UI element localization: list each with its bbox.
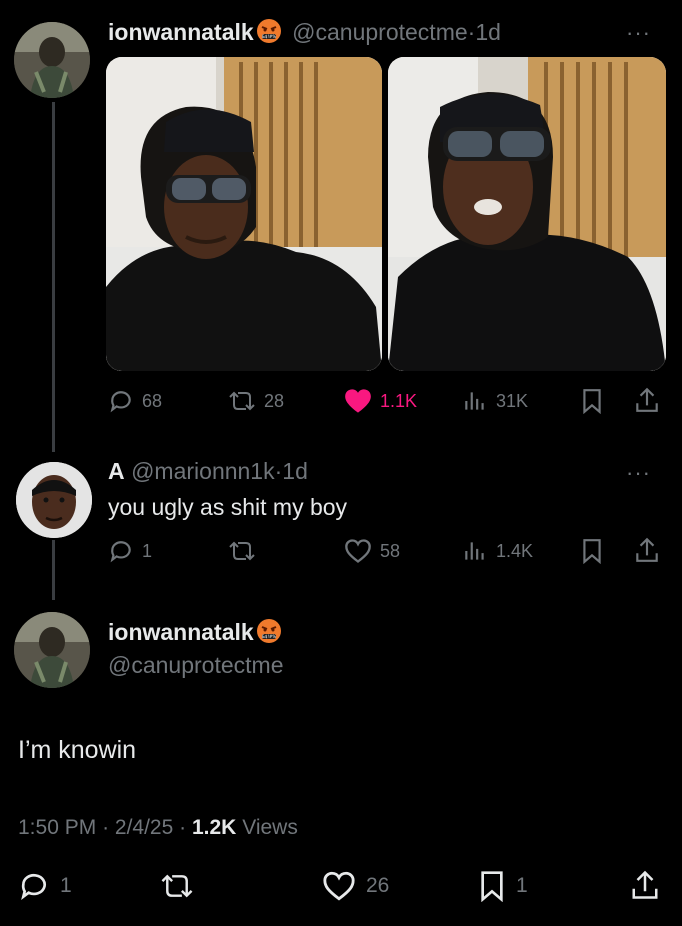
media-photo-1[interactable] bbox=[106, 57, 382, 371]
views-button[interactable]: 31K bbox=[462, 388, 528, 414]
timestamp[interactable]: 1d bbox=[282, 458, 308, 484]
avatar[interactable] bbox=[16, 462, 92, 538]
retweet-icon bbox=[229, 391, 255, 411]
more-icon[interactable]: ··· bbox=[626, 20, 651, 46]
bookmark-button[interactable] bbox=[580, 538, 604, 569]
reply-button[interactable]: 1 bbox=[18, 870, 72, 902]
share-button[interactable] bbox=[634, 386, 660, 419]
share-icon bbox=[632, 870, 658, 899]
heart-icon bbox=[323, 871, 355, 901]
tweet-text: I’m knowin bbox=[18, 736, 137, 764]
display-name[interactable]: A bbox=[108, 458, 125, 484]
retweet-icon bbox=[229, 541, 255, 561]
views-count: 1.2K bbox=[191, 816, 237, 839]
share-button[interactable] bbox=[634, 536, 660, 569]
avatar[interactable] bbox=[14, 22, 90, 98]
reply-button[interactable]: 68 bbox=[108, 388, 162, 414]
display-name[interactable]: ionwannatalk bbox=[108, 19, 254, 45]
thread-line bbox=[52, 102, 55, 452]
share-icon bbox=[636, 537, 658, 562]
svg-text:&$!#%: &$!#% bbox=[261, 34, 276, 39]
like-button[interactable]: 26 bbox=[322, 870, 389, 902]
timestamp[interactable]: 1d bbox=[475, 19, 501, 45]
reply-count: 68 bbox=[142, 390, 163, 411]
bookmark-icon bbox=[583, 389, 601, 415]
separator: · bbox=[102, 816, 110, 839]
tweet-time[interactable]: 1:50 PM bbox=[18, 816, 96, 839]
bookmark-button[interactable] bbox=[580, 388, 604, 419]
handle[interactable]: @canuprotectme bbox=[108, 652, 284, 679]
views-icon bbox=[465, 392, 484, 410]
thread-line bbox=[52, 540, 55, 600]
reply-icon bbox=[21, 873, 46, 900]
like-count: 58 bbox=[380, 540, 401, 561]
media-photo-2[interactable] bbox=[388, 57, 666, 371]
like-count: 26 bbox=[366, 874, 390, 897]
tweet-date[interactable]: 2/4/25 bbox=[115, 816, 173, 839]
like-button[interactable]: 1.1K bbox=[344, 388, 417, 414]
like-count: 1.1K bbox=[380, 390, 418, 411]
views-count: 31K bbox=[496, 390, 529, 411]
bookmark-icon bbox=[583, 539, 601, 565]
handle[interactable]: @canuprotectme bbox=[292, 19, 468, 45]
heart-icon bbox=[345, 539, 371, 563]
views-icon bbox=[465, 542, 484, 560]
views-label: Views bbox=[242, 816, 298, 839]
retweet-button[interactable]: 28 bbox=[228, 388, 284, 414]
reply-icon bbox=[110, 541, 131, 563]
retweet-button[interactable] bbox=[228, 538, 264, 564]
angry-emoji-icon: &$!#% bbox=[256, 19, 281, 43]
like-button[interactable]: 58 bbox=[344, 538, 400, 564]
angry-emoji-icon: &$!#% bbox=[256, 619, 281, 643]
retweet-icon bbox=[161, 874, 193, 898]
bookmark-button[interactable]: 1 bbox=[478, 870, 528, 902]
heart-icon bbox=[345, 389, 371, 413]
bookmark-count: 1 bbox=[516, 874, 528, 897]
more-icon[interactable]: ··· bbox=[626, 460, 651, 486]
retweet-count: 28 bbox=[264, 390, 285, 411]
reply-text: you ugly as shit my boy bbox=[108, 494, 348, 520]
bookmark-icon bbox=[481, 871, 503, 902]
views-button[interactable]: 1.4K bbox=[462, 538, 533, 564]
retweet-button[interactable] bbox=[160, 870, 194, 902]
display-name[interactable]: ionwannatalk bbox=[108, 619, 254, 645]
share-button[interactable] bbox=[630, 868, 660, 902]
share-icon bbox=[636, 387, 658, 412]
reply-icon bbox=[110, 391, 131, 413]
handle[interactable]: @marionnn1k bbox=[131, 458, 275, 484]
avatar[interactable] bbox=[14, 612, 90, 688]
tweet-meta: 1:50 PM · 2/4/25 · 1.2K Views bbox=[18, 816, 298, 840]
reply-button[interactable]: 1 bbox=[108, 538, 152, 564]
reply-count: 1 bbox=[142, 540, 153, 561]
svg-text:&$!#%: &$!#% bbox=[261, 634, 276, 639]
views-count: 1.4K bbox=[496, 540, 534, 561]
reply-count: 1 bbox=[60, 874, 72, 897]
separator: · bbox=[179, 816, 187, 839]
